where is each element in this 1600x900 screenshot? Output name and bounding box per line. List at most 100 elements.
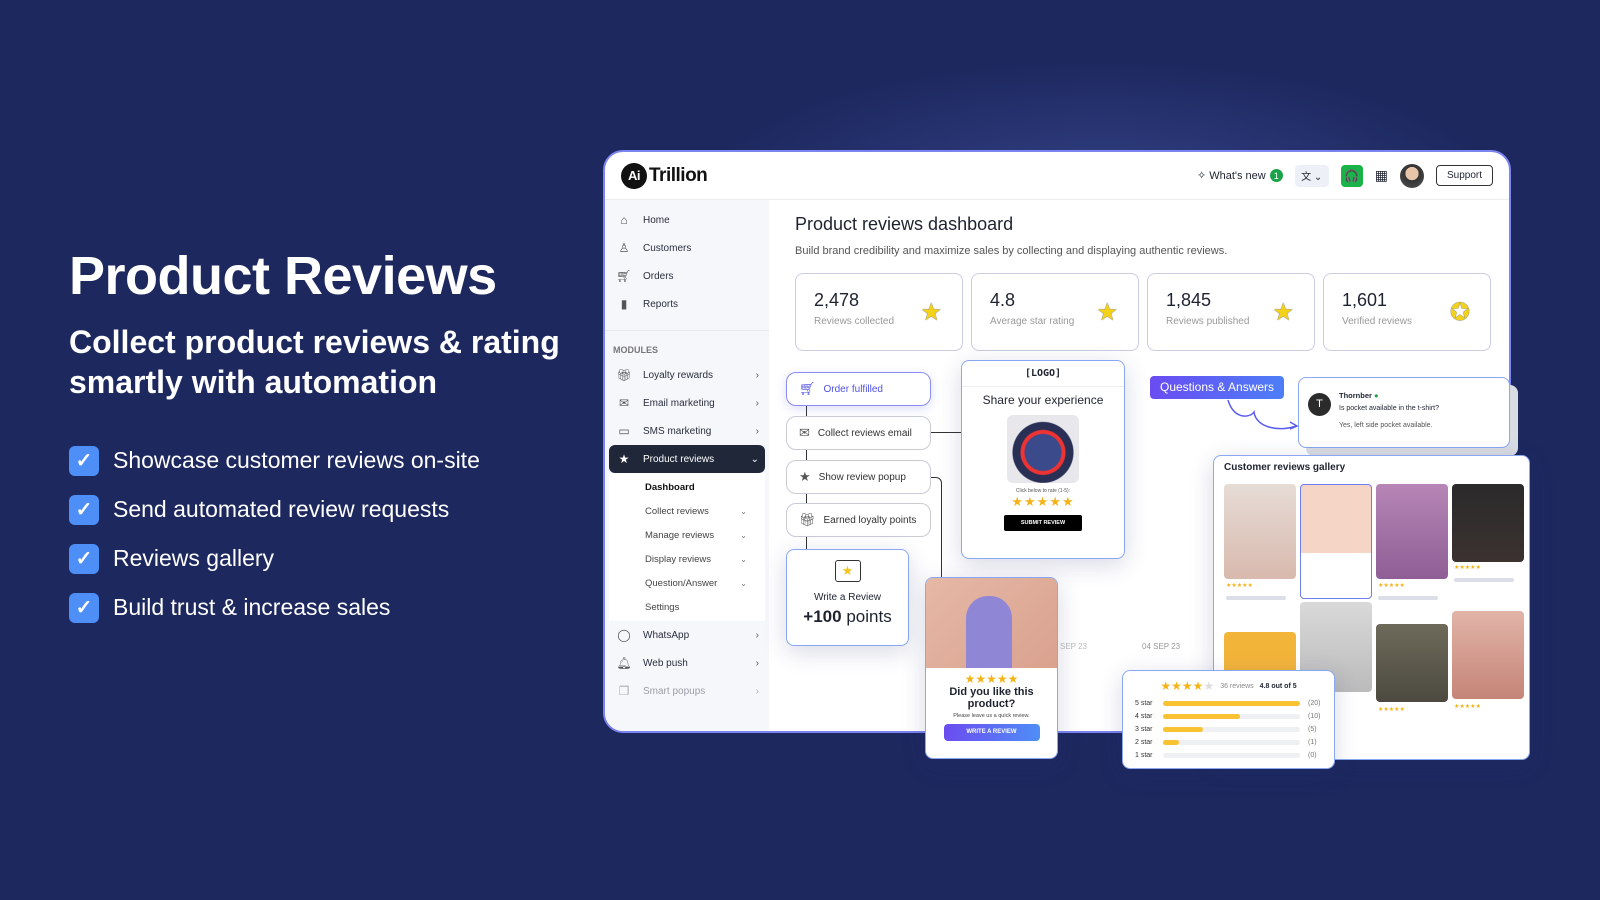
gallery-title: Customer reviews gallery (1224, 462, 1346, 473)
feature-text: Showcase customer reviews on-site (113, 447, 480, 473)
sidebar-item-whatsapp[interactable]: ◯ WhatsApp › (605, 621, 769, 649)
headset-icon[interactable]: 🎧 (1340, 164, 1363, 187)
sidebar-label: Product reviews (643, 453, 715, 465)
whats-new-button[interactable]: ✧ What's new 1 (1197, 169, 1283, 183)
gallery-image[interactable] (1376, 484, 1448, 579)
flow-step-popup[interactable]: ★ Show review popup (786, 460, 931, 494)
sidebar-item-reports[interactable]: ▮ Reports (605, 290, 769, 318)
chevron-down-icon: ⌄ (740, 578, 747, 588)
sidebar-label: Customers (643, 242, 692, 254)
popup-icon: ❐ (618, 684, 630, 698)
translate-dropdown[interactable]: 文 ⌄ (1294, 164, 1329, 187)
submit-review-button[interactable]: SUBMIT REVIEW (1004, 515, 1082, 531)
sidebar-item-home[interactable]: ⌂ Home (605, 206, 769, 234)
gallery-image[interactable] (1224, 484, 1296, 579)
rating-label: 3 star (1135, 726, 1153, 733)
logo-text: Trillion (649, 164, 708, 186)
gallery-image[interactable] (1452, 484, 1524, 562)
feature-item: ✓ Build trust & increase sales (69, 583, 480, 632)
star-icon: ★ (618, 452, 630, 466)
chevron-down-icon: ⌄ (740, 506, 747, 516)
sidebar-label: Email marketing (643, 397, 715, 409)
rating-label: 1 star (1135, 752, 1153, 759)
sidebar-item-smart-popups[interactable]: ❐ Smart popups › (605, 677, 769, 705)
reward-title: Write a Review (813, 592, 882, 603)
apps-grid-icon[interactable]: ▦ (1375, 167, 1388, 184)
subnav-display-reviews[interactable]: Display reviews ⌄ (609, 547, 765, 571)
flow-step-email[interactable]: ✉ Collect reviews email (786, 416, 931, 450)
flow-step-order-fulfilled[interactable]: 🛒︎ Order fulfilled (786, 372, 931, 406)
write-review-button[interactable]: WRITE A REVIEW (943, 724, 1040, 741)
flow-step-label: Order fulfilled (823, 383, 883, 395)
feature-list: ✓ Showcase customer reviews on-site ✓ Send… (69, 436, 480, 632)
sidebar-label: Orders (643, 270, 674, 282)
logo[interactable]: Ai Trillion (621, 162, 708, 189)
subnav-settings[interactable]: Settings (609, 595, 765, 619)
rating-bar (1163, 701, 1300, 706)
gallery-image[interactable] (1376, 624, 1448, 702)
home-icon: ⌂ (620, 213, 628, 227)
text-placeholder (1226, 596, 1286, 600)
bar-chart-icon: ▮ (620, 297, 628, 311)
star-icon: ★ (1160, 679, 1172, 693)
flow-step-loyalty[interactable]: 🎁︎ Earned loyalty points (786, 503, 931, 537)
email-logo: [LOGO] (962, 361, 1124, 387)
rating-row: 3 star (5) (1135, 723, 1322, 736)
chart-date-label: SEP 23 (1060, 642, 1087, 651)
check-icon: ✓ (69, 445, 99, 476)
gift-icon: 🎁︎ (616, 368, 632, 382)
feature-item: ✓ Reviews gallery (69, 534, 480, 583)
qa-card: T Thornber ● Is pocket available in the … (1298, 377, 1510, 448)
rating-count: (10) (1308, 713, 1321, 720)
rating-stars-input[interactable]: ★★★★★ (962, 494, 1124, 510)
subnav-manage-reviews[interactable]: Manage reviews ⌄ (609, 523, 765, 547)
sidebar-item-web-push[interactable]: 🔔︎ Web push › (605, 649, 769, 677)
rating-label: 4 star (1135, 713, 1153, 720)
sidebar-item-sms[interactable]: ▭ SMS marketing › (605, 417, 769, 445)
rating-stars: ★★★★★ (1454, 704, 1481, 710)
sidebar-item-product-reviews[interactable]: ★ Product reviews ⌄ (609, 445, 765, 473)
subnav-label: Question/Answer (645, 577, 718, 589)
subnav-dashboard[interactable]: Dashboard (609, 475, 765, 499)
rating-bar (1163, 753, 1300, 758)
sidebar-item-customers[interactable]: ♙ Customers (605, 234, 769, 262)
subnav-collect-reviews[interactable]: Collect reviews ⌄ (609, 499, 765, 523)
sidebar-item-orders[interactable]: 🛒︎ Orders (605, 262, 769, 290)
rating-row: 2 star (1) (1135, 736, 1322, 749)
user-avatar[interactable] (1399, 163, 1424, 188)
sidebar-label: Home (643, 214, 670, 226)
gallery-image[interactable] (1300, 484, 1372, 599)
rating-stars: ★★★★★ (1378, 583, 1405, 589)
review-email-card: [LOGO] Share your experience Click below… (961, 360, 1125, 559)
review-popup-card: ★★★★★ Did you like this product? Please … (925, 577, 1058, 759)
reward-card: ★ Write a Review +100 points (786, 549, 909, 646)
subnav-label: Manage reviews (645, 529, 715, 541)
rating-stars: ★★★★★ (1454, 565, 1481, 571)
rating-count: (0) (1308, 752, 1317, 759)
check-icon: ✓ (69, 543, 99, 574)
qa-question: Is pocket available in the t-shirt? (1339, 405, 1439, 412)
cart-icon: 🛒︎ (799, 381, 816, 396)
chevron-down-icon: ⌄ (740, 530, 747, 540)
rating-stars: ★★★★★ (964, 672, 1019, 686)
gallery-image[interactable] (1452, 611, 1524, 699)
rating-count: (20) (1308, 700, 1321, 707)
rating-bar (1163, 727, 1300, 732)
email-title: Share your experience (982, 393, 1104, 407)
mail-icon: ✉ (799, 425, 810, 440)
sidebar-item-loyalty[interactable]: 🎁︎ Loyalty rewards › (605, 361, 769, 389)
notification-badge: 1 (1269, 169, 1283, 183)
rating-summary: ★★★★★ 36 reviews 4.8 out of 5 5 star (20)… (1122, 670, 1335, 769)
hero-subtitle: Collect product reviews & rating smartly… (69, 324, 560, 400)
translate-icon: 文 ⌄ (1301, 172, 1323, 183)
rating-bar (1163, 740, 1300, 745)
subnav-label: Display reviews (645, 553, 711, 565)
flow-step-label: Earned loyalty points (823, 514, 917, 526)
page-title: Product reviews dashboard (795, 214, 1014, 234)
subnav-question-answer[interactable]: Question/Answer ⌄ (609, 571, 765, 595)
sidebar-item-email[interactable]: ✉ Email marketing › (605, 389, 769, 417)
rating-bar-fill (1163, 714, 1240, 719)
sidebar-label: Web push (643, 657, 688, 669)
support-button[interactable]: Support (1435, 165, 1493, 186)
feature-item: ✓ Showcase customer reviews on-site (69, 436, 480, 485)
